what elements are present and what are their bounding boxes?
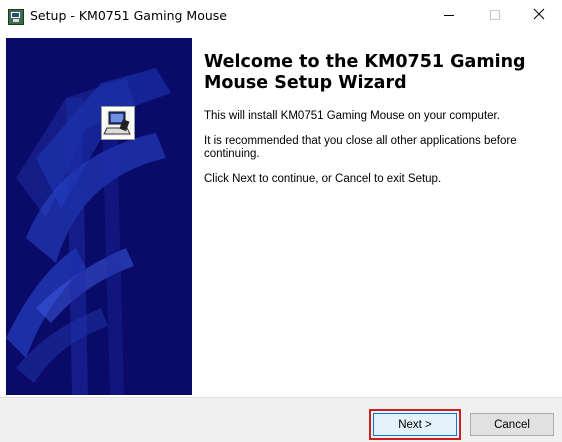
page-title: Welcome to the KM0751 Gaming Mouse Setup… xyxy=(204,52,526,93)
maximize-button[interactable] xyxy=(472,0,518,32)
setup-window: Setup - KM0751 Gaming Mouse Welcome to t… xyxy=(0,0,562,442)
minimize-icon xyxy=(444,7,454,25)
maximize-icon xyxy=(490,7,500,25)
minimize-button[interactable] xyxy=(426,0,472,32)
cancel-button[interactable]: Cancel xyxy=(470,413,554,436)
title-bar[interactable]: Setup - KM0751 Gaming Mouse xyxy=(0,0,562,32)
wizard-sidebar-image xyxy=(6,38,192,395)
close-apps-recommendation: It is recommended that you close all oth… xyxy=(204,135,517,160)
install-description: This will install KM0751 Gaming Mouse on… xyxy=(204,110,500,122)
button-bar: Next > Cancel xyxy=(0,397,562,442)
welcome-content: Welcome to the KM0751 Gaming Mouse Setup… xyxy=(204,52,550,198)
close-button[interactable] xyxy=(516,0,562,32)
next-button[interactable]: Next > xyxy=(369,409,461,440)
close-icon xyxy=(533,7,545,25)
computer-install-icon xyxy=(101,106,135,140)
next-cancel-instruction: Click Next to continue, or Cancel to exi… xyxy=(204,173,442,185)
window-title: Setup - KM0751 Gaming Mouse xyxy=(30,8,227,23)
setup-installer-icon xyxy=(8,9,24,25)
